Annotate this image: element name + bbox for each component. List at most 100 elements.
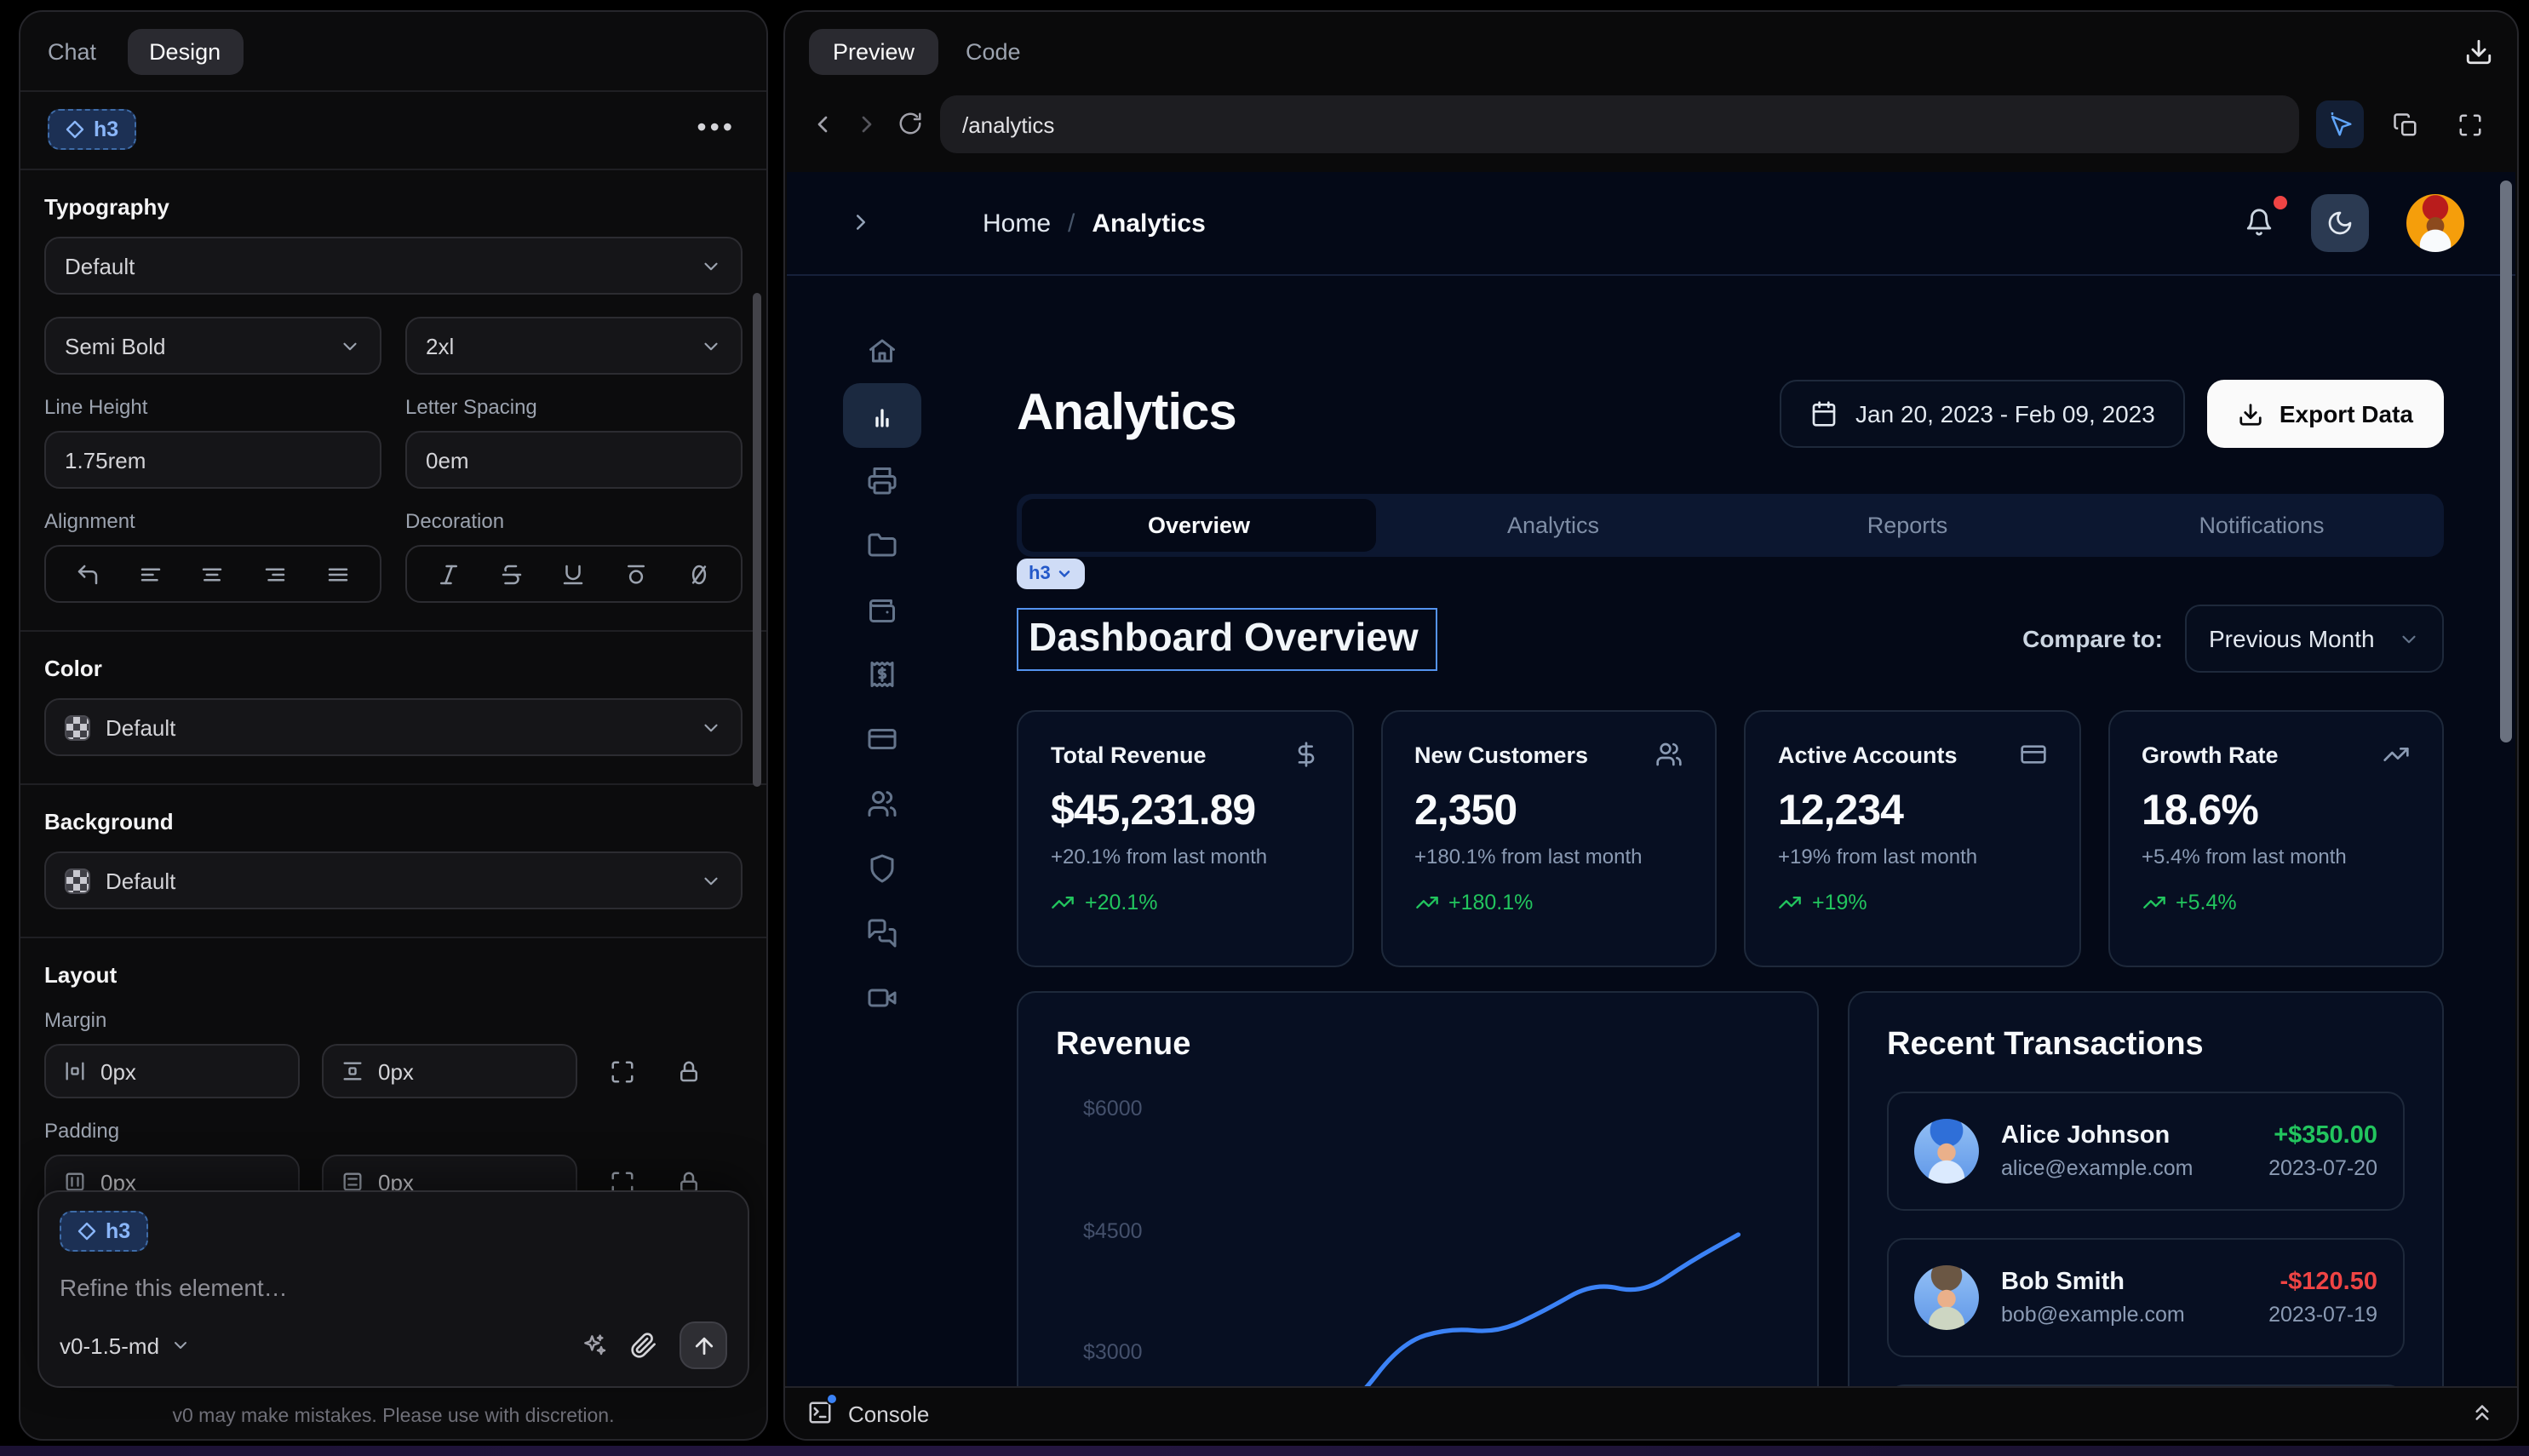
color-select[interactable]: Default xyxy=(44,698,743,756)
undo-icon[interactable] xyxy=(75,561,100,587)
tab-analytics[interactable]: Analytics xyxy=(1376,499,1730,552)
font-family-select[interactable]: Default xyxy=(44,237,743,295)
maximize-icon xyxy=(2457,112,2482,137)
chevron-down-icon xyxy=(700,255,722,277)
back-button[interactable] xyxy=(809,109,836,140)
theme-toggle-button[interactable] xyxy=(2311,194,2369,252)
font-size-select[interactable]: 2xl xyxy=(405,317,743,375)
shield-icon xyxy=(867,853,897,884)
viewport-scrollbar[interactable] xyxy=(2500,181,2512,742)
stat-sub: +5.4% from last month xyxy=(2142,845,2410,868)
font-size-value: 2xl xyxy=(426,333,454,358)
underline-icon[interactable] xyxy=(561,561,587,587)
element-menu-button[interactable]: ••• xyxy=(693,114,739,145)
fullscreen-button[interactable] xyxy=(2446,100,2493,148)
margin-x-input[interactable]: 0px xyxy=(44,1044,300,1098)
selected-tag-chip[interactable]: h3 xyxy=(1017,559,1085,589)
arrow-up-icon xyxy=(691,1333,716,1358)
compare-select[interactable]: Previous Month xyxy=(2185,605,2444,673)
stat-card-growth-rate: Growth Rate 18.6% +5.4% from last month … xyxy=(2108,710,2444,967)
tab-code[interactable]: Code xyxy=(966,39,1021,65)
italic-icon[interactable] xyxy=(436,561,462,587)
margin-expand-button[interactable] xyxy=(599,1049,644,1093)
stat-sub: +180.1% from last month xyxy=(1414,845,1683,868)
sparkles-icon[interactable] xyxy=(581,1332,608,1359)
transaction-row[interactable]: Alice Johnson alice@example.com +$350.00… xyxy=(1887,1092,2405,1211)
download-button[interactable] xyxy=(2464,37,2493,67)
breadcrumb-home[interactable]: Home xyxy=(983,209,1051,238)
paperclip-icon[interactable] xyxy=(630,1332,657,1359)
strikethrough-icon[interactable] xyxy=(498,561,524,587)
section-title-selected[interactable]: Dashboard Overview xyxy=(1017,607,1437,670)
url-input[interactable]: /analytics xyxy=(940,95,2299,153)
wallet-icon xyxy=(867,594,897,625)
sidebar-item-security[interactable] xyxy=(843,836,921,901)
submit-button[interactable] xyxy=(680,1321,727,1369)
inspect-pointer-button[interactable] xyxy=(2316,100,2364,148)
sidebar-item-video[interactable] xyxy=(843,966,921,1030)
date-range-button[interactable]: Jan 20, 2023 - Feb 09, 2023 xyxy=(1779,380,2186,448)
sidebar-item-cards[interactable] xyxy=(843,707,921,771)
color-swatch-icon xyxy=(65,714,90,740)
selected-element-row: h3 ••• xyxy=(20,92,766,170)
composer-element-badge[interactable]: h3 xyxy=(60,1211,147,1252)
tab-overview[interactable]: Overview xyxy=(1022,499,1376,552)
selected-element-badge[interactable]: h3 xyxy=(48,109,135,150)
copy-button[interactable] xyxy=(2381,100,2429,148)
model-select[interactable]: v0-1.5-md xyxy=(60,1333,190,1358)
sidebar-item-customers[interactable] xyxy=(843,771,921,836)
console-expand-button[interactable] xyxy=(2469,1398,2495,1429)
transaction-row[interactable]: Bob Smith bob@example.com -$120.50 2023-… xyxy=(1887,1238,2405,1357)
preview-header: Preview Code xyxy=(785,12,2517,92)
align-right-icon[interactable] xyxy=(263,561,289,587)
revenue-chart-plot: $6000 $4500 $3000 xyxy=(1056,1092,1780,1390)
font-weight-select[interactable]: Semi Bold xyxy=(44,317,381,375)
sidebar-item-receipts[interactable] xyxy=(843,642,921,707)
trending-up-icon xyxy=(1414,891,1438,914)
background-select[interactable]: Default xyxy=(44,851,743,909)
trending-up-icon xyxy=(2383,741,2410,768)
dollar-icon xyxy=(1292,741,1319,768)
sidebar-item-messages[interactable] xyxy=(843,901,921,966)
refine-input[interactable]: Refine this element… xyxy=(60,1274,727,1301)
console-bar[interactable]: Console xyxy=(785,1386,2517,1439)
overline-icon[interactable] xyxy=(624,561,650,587)
sidebar-expand-button[interactable] xyxy=(848,208,874,238)
avatar xyxy=(1914,1265,1979,1330)
margin-x-value: 0px xyxy=(100,1058,136,1084)
background-value: Default xyxy=(106,868,175,893)
margin-lock-button[interactable] xyxy=(666,1049,710,1093)
tab-preview[interactable]: Preview xyxy=(809,29,938,75)
stat-trend-value: +5.4% xyxy=(2176,891,2237,914)
download-icon xyxy=(2239,401,2264,427)
diamond-icon xyxy=(65,119,85,140)
design-panel-scrollbar[interactable] xyxy=(753,293,761,787)
sidebar-item-invoices[interactable] xyxy=(843,448,921,513)
tab-reports[interactable]: Reports xyxy=(1730,499,2085,552)
console-notification-dot xyxy=(826,1393,838,1405)
export-label: Export Data xyxy=(2280,400,2413,427)
expand-icon xyxy=(609,1058,634,1084)
video-icon xyxy=(867,983,897,1013)
align-left-icon[interactable] xyxy=(137,561,163,587)
line-height-input[interactable]: 1.75rem xyxy=(44,431,381,489)
refresh-button[interactable] xyxy=(897,109,923,140)
sidebar-item-home[interactable] xyxy=(843,318,921,383)
tab-design[interactable]: Design xyxy=(127,28,243,74)
tab-chat[interactable]: Chat xyxy=(48,38,96,64)
refresh-icon xyxy=(897,112,923,137)
user-avatar[interactable] xyxy=(2406,194,2464,252)
sidebar-item-wallet[interactable] xyxy=(843,577,921,642)
sidebar-item-files[interactable] xyxy=(843,513,921,577)
none-decoration-icon[interactable] xyxy=(686,561,712,587)
notifications-button[interactable] xyxy=(2245,208,2274,238)
export-data-button[interactable]: Export Data xyxy=(2208,380,2444,448)
align-center-icon[interactable] xyxy=(200,561,226,587)
letter-spacing-input[interactable]: 0em xyxy=(405,431,743,489)
users-icon xyxy=(1655,741,1683,768)
margin-y-input[interactable]: 0px xyxy=(322,1044,577,1098)
sidebar-item-analytics[interactable] xyxy=(843,383,921,448)
tab-notifications[interactable]: Notifications xyxy=(2085,499,2439,552)
align-justify-icon[interactable] xyxy=(325,561,351,587)
forward-button[interactable] xyxy=(853,109,880,140)
